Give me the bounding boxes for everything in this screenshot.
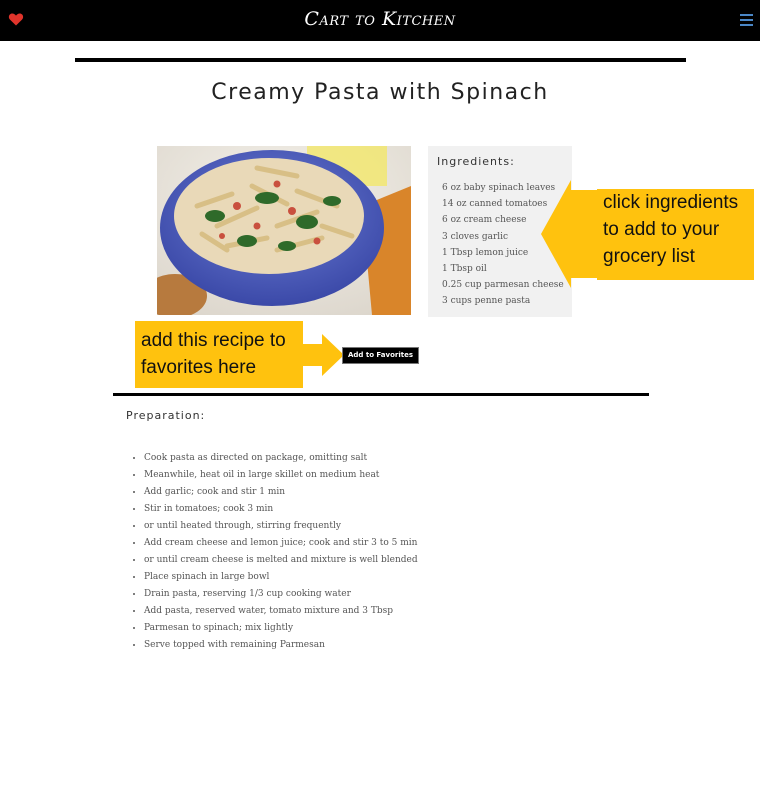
preparation-step: Add pasta, reserved water, tomato mixtur… (144, 603, 418, 620)
preparation-step: Serve topped with remaining Parmesan (144, 637, 418, 654)
preparation-step: Meanwhile, heat oil in large skillet on … (144, 467, 418, 484)
callout-arrow-right-icon (302, 334, 344, 376)
favorites-tip-callout: add this recipe to favorites here (135, 321, 303, 388)
recipe-photo (157, 146, 411, 315)
pasta-bowl-image (157, 146, 411, 315)
preparation-step: Place spinach in large bowl (144, 569, 418, 586)
section-divider (113, 393, 649, 396)
recipe-title: Creamy Pasta with Spinach (211, 80, 549, 105)
brand-logo[interactable]: Cart to Kitchen (0, 8, 760, 30)
preparation-step: or until heated through, stirring freque… (144, 518, 418, 535)
top-divider (75, 58, 686, 62)
ingredients-heading: Ingredients: (437, 155, 515, 168)
ingredient-item[interactable]: 3 cups penne pasta (442, 293, 564, 309)
preparation-step: Parmesan to spinach; mix lightly (144, 620, 418, 637)
callout-arrow-left-icon (541, 180, 599, 288)
preparation-steps: Cook pasta as directed on package, omitt… (130, 450, 418, 654)
top-navbar: Cart to Kitchen (0, 0, 760, 41)
preparation-heading: Preparation: (126, 409, 206, 422)
preparation-step: or until cream cheese is melted and mixt… (144, 552, 418, 569)
preparation-step: Add cream cheese and lemon juice; cook a… (144, 535, 418, 552)
preparation-step: Add garlic; cook and stir 1 min (144, 484, 418, 501)
add-to-favorites-button[interactable]: Add to Favorites (342, 347, 419, 364)
preparation-step: Stir in tomatoes; cook 3 min (144, 501, 418, 518)
hamburger-menu-icon[interactable] (740, 14, 753, 26)
preparation-step: Cook pasta as directed on package, omitt… (144, 450, 418, 467)
ingredients-tip-callout: click ingredients to add to your grocery… (597, 189, 754, 280)
preparation-step: Drain pasta, reserving 1/3 cup cooking w… (144, 586, 418, 603)
